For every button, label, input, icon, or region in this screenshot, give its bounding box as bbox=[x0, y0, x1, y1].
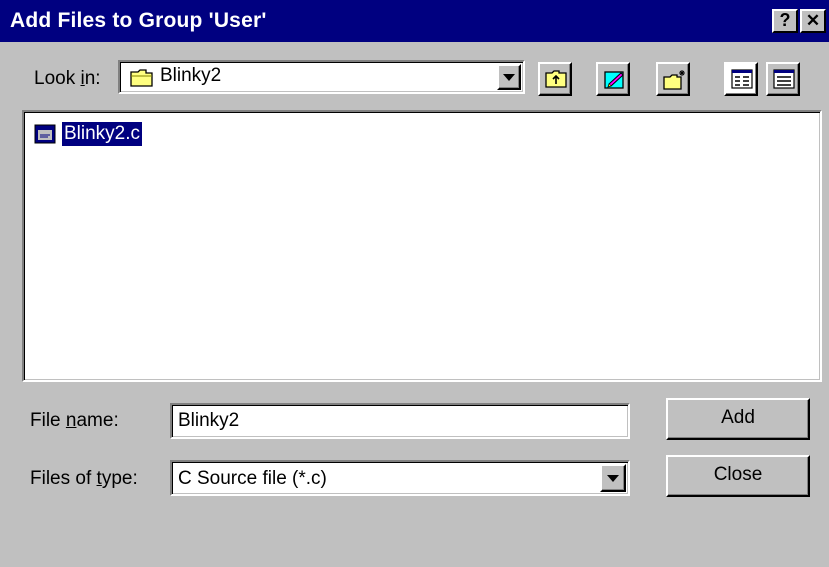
folder-icon bbox=[130, 68, 154, 93]
file-type-label: Files of type: bbox=[30, 468, 138, 489]
file-name-value: Blinky2 bbox=[178, 410, 240, 431]
file-type-select[interactable]: C Source file (*.c) bbox=[170, 460, 630, 496]
file-type-value: C Source file (*.c) bbox=[178, 468, 327, 489]
list-view-icon bbox=[731, 69, 753, 89]
desktop-button[interactable] bbox=[596, 62, 630, 96]
close-icon: ✕ bbox=[805, 11, 821, 30]
look-in-value: Blinky2 bbox=[160, 65, 222, 86]
chevron-down-icon bbox=[607, 475, 619, 482]
file-type-dropdown-button[interactable] bbox=[600, 464, 626, 492]
details-view-icon bbox=[773, 69, 795, 89]
file-name-label: Blinky2.c bbox=[60, 121, 144, 147]
dialog-title: Add Files to Group 'User' bbox=[10, 9, 267, 32]
list-view-button[interactable] bbox=[724, 62, 758, 96]
file-list[interactable]: Blinky2.c bbox=[22, 110, 822, 382]
add-files-dialog: Add Files to Group 'User' ? ✕ Look in: B… bbox=[0, 0, 829, 567]
up-one-level-button[interactable] bbox=[538, 62, 572, 96]
title-bar[interactable]: Add Files to Group 'User' ? ✕ bbox=[0, 0, 829, 42]
look-in-dropdown-button[interactable] bbox=[497, 64, 521, 90]
file-name-label: File name: bbox=[30, 410, 119, 431]
details-view-button[interactable] bbox=[766, 62, 800, 96]
look-in-combo[interactable]: Blinky2 bbox=[118, 60, 525, 94]
file-name-input[interactable]: Blinky2 bbox=[170, 403, 630, 439]
chevron-down-icon bbox=[503, 74, 515, 81]
close-button[interactable]: Close bbox=[666, 455, 810, 497]
new-folder-button[interactable] bbox=[656, 62, 690, 96]
c-source-file-icon bbox=[34, 124, 56, 149]
up-one-level-icon bbox=[545, 70, 567, 88]
desktop-icon bbox=[604, 71, 624, 89]
help-button[interactable]: ? bbox=[772, 9, 798, 33]
close-window-button[interactable]: ✕ bbox=[800, 9, 826, 33]
new-folder-icon bbox=[663, 70, 685, 90]
add-button[interactable]: Add bbox=[666, 398, 810, 440]
look-in-label: Look in: bbox=[34, 68, 101, 89]
